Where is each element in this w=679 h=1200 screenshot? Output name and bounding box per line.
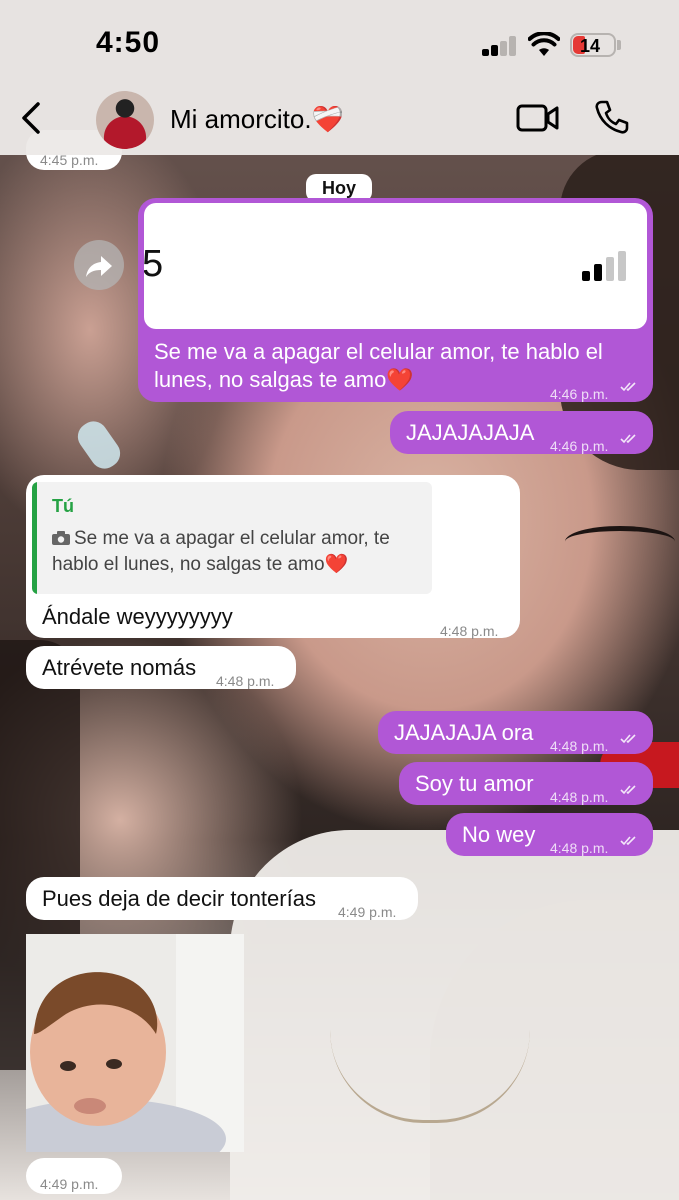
message-time: 4:48 p.m. xyxy=(550,840,609,856)
status-time: 4:50 xyxy=(96,26,161,59)
signal-icon xyxy=(582,249,632,281)
chat-title[interactable]: Mi amorcito.❤️‍🩹 xyxy=(170,104,344,135)
wallpaper-eye xyxy=(565,526,675,557)
battery-tip xyxy=(617,40,621,50)
message-bubble-outgoing[interactable]: JAJAJAJA ora 4:48 p.m. xyxy=(378,711,653,754)
message-time: 4:49 p.m. xyxy=(40,1176,99,1192)
image-text: 5 xyxy=(144,243,164,285)
double-check-icon xyxy=(620,836,636,846)
message-time: 4:48 p.m. xyxy=(216,673,275,689)
cellular-signal-icon xyxy=(482,36,518,56)
chat-header: 4:50 14 Mi amorcito.❤️‍🩹 xyxy=(0,0,679,155)
message-time: 4:48 p.m. xyxy=(550,738,609,754)
video-call-button[interactable] xyxy=(516,102,560,134)
message-bubble-incoming[interactable]: Pues deja de decir tonterías 4:49 p.m. xyxy=(26,877,418,920)
message-text: Pues deja de decir tonterías xyxy=(42,886,316,911)
quote-body: Se me va a apagar el celular amor, te ha… xyxy=(52,526,422,578)
forward-button[interactable] xyxy=(74,240,124,290)
camera-icon xyxy=(52,531,70,545)
baby-sticker xyxy=(26,934,244,1152)
message-bubble-outgoing[interactable]: JAJAJAJAJA 4:46 p.m. xyxy=(390,411,653,454)
double-check-icon xyxy=(620,382,636,392)
message-text: JAJAJAJA ora xyxy=(394,720,534,745)
message-text: No wey xyxy=(462,822,536,847)
message-text: Atrévete nomás xyxy=(42,655,197,680)
message-text: Soy tu amor xyxy=(415,771,534,796)
phone-icon xyxy=(595,100,629,134)
back-icon xyxy=(22,102,40,134)
message-text: Ándale weyyyyyyyy xyxy=(42,604,233,629)
sticker-image[interactable] xyxy=(26,934,244,1152)
contact-avatar[interactable] xyxy=(96,91,154,149)
video-call-icon xyxy=(516,104,559,132)
quote-author: Tú xyxy=(52,496,74,516)
quote-accent-bar xyxy=(32,482,37,594)
message-bubble-outgoing[interactable]: Soy tu amor 4:48 p.m. xyxy=(399,762,653,805)
double-check-icon xyxy=(620,434,636,444)
quote-text: Se me va a apagar el celular amor, te ha… xyxy=(52,528,390,575)
image-attachment[interactable]: 5 xyxy=(144,203,647,329)
battery-percent: 14 xyxy=(580,36,601,56)
message-time: 4:46 p.m. xyxy=(550,386,609,402)
battery-indicator: 14 xyxy=(570,33,616,57)
message-time: 4:48 p.m. xyxy=(440,623,499,639)
forward-icon xyxy=(86,256,112,277)
wallpaper-earring xyxy=(72,415,126,475)
message-text: JAJAJAJAJA xyxy=(406,420,535,445)
message-bubble-incoming[interactable]: Atrévete nomás 4:48 p.m. xyxy=(26,646,296,689)
message-time: 4:48 p.m. xyxy=(550,789,609,805)
double-check-icon xyxy=(620,785,636,795)
message-time: 4:49 p.m. xyxy=(338,904,397,920)
back-button[interactable] xyxy=(14,96,54,140)
message-time: 4:46 p.m. xyxy=(550,438,609,454)
message-bubble-incoming[interactable]: 4:49 p.m. xyxy=(26,1158,122,1194)
quoted-message[interactable]: Tú Se me va a apagar el celular amor, te… xyxy=(32,482,432,594)
voice-call-button[interactable] xyxy=(594,99,630,135)
wifi-icon xyxy=(528,32,560,56)
message-bubble-outgoing[interactable]: No wey 4:48 p.m. xyxy=(446,813,653,856)
double-check-icon xyxy=(620,734,636,744)
